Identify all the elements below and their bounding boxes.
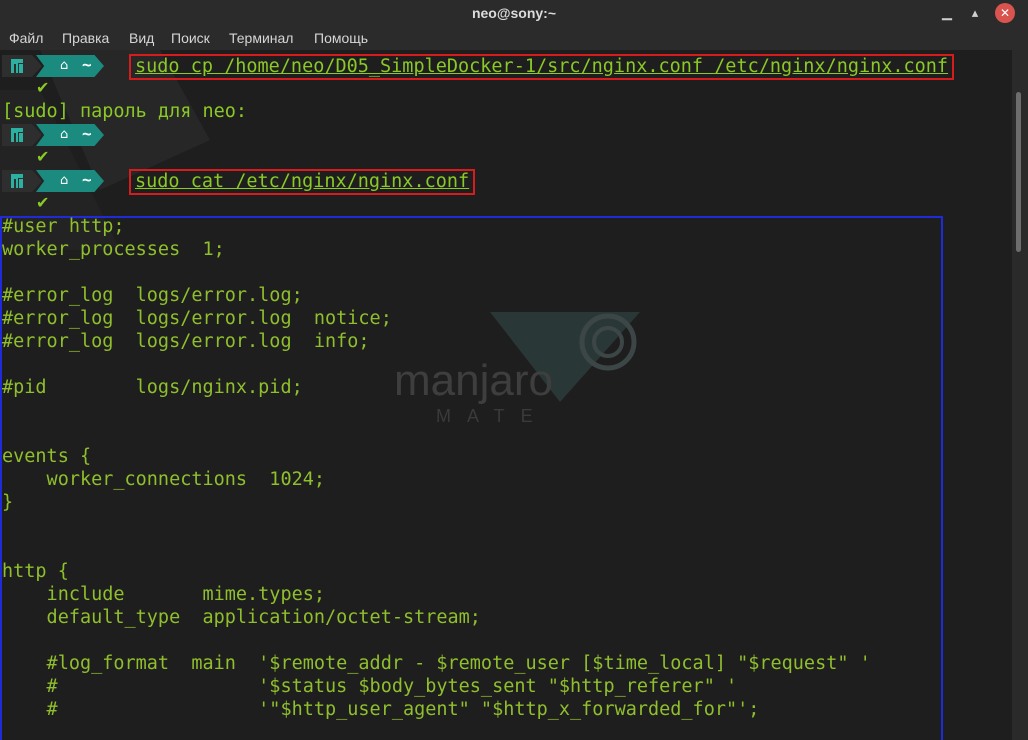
file-line: } [2, 492, 14, 513]
file-line: #log_format main '$remote_addr - $remote… [2, 653, 871, 674]
file-line: #user http; [2, 216, 125, 237]
file-line: #error_log logs/error.log; [2, 285, 303, 306]
prompt-os-segment [2, 124, 32, 146]
terminal-area[interactable]: manjaro MATE ⌂ ~ sudo cp /home/neo/D05_S… [0, 50, 1012, 740]
prompt-os-segment [2, 55, 32, 77]
command-cp: sudo cp /home/neo/D05_SimpleDocker-1/src… [129, 54, 955, 80]
prompt-dir: ~ [82, 170, 92, 189]
menu-bar: Файл Правка Вид Поиск Терминал Помощь [0, 27, 1028, 50]
prompt-dir-segment: ⌂ ~ [36, 124, 104, 146]
home-icon: ⌂ [60, 173, 69, 188]
manjaro-logo-icon [11, 128, 23, 142]
manjaro-logo-icon [11, 174, 23, 188]
file-line: default_type application/octet-stream; [2, 607, 481, 628]
minimize-icon: ▁ [942, 5, 952, 20]
maximize-button[interactable]: ▴ [964, 3, 986, 23]
menu-item-terminal[interactable]: Терминал [229, 30, 293, 46]
window-title: neo@sony:~ [471, 5, 557, 21]
prompt-dir-segment: ⌂ ~ [36, 55, 104, 77]
menu-item-edit[interactable]: Правка [62, 30, 109, 46]
window-titlebar: neo@sony:~ ▁ ▴ ✕ [0, 0, 1028, 27]
close-button[interactable]: ✕ [995, 3, 1015, 23]
prompt-dir: ~ [82, 124, 92, 143]
home-icon: ⌂ [60, 127, 69, 142]
menu-item-file[interactable]: Файл [9, 30, 43, 46]
file-line: # '"$http_user_agent" "$http_x_forwarded… [2, 699, 760, 720]
file-line: #error_log logs/error.log info; [2, 331, 370, 352]
prompt-os-segment [2, 170, 32, 192]
file-line: http { [2, 561, 69, 582]
success-check-icon: ✔ [36, 147, 50, 166]
file-line: worker_processes 1; [2, 239, 225, 260]
file-line: include mime.types; [2, 584, 326, 605]
menu-item-view[interactable]: Вид [129, 30, 154, 46]
file-line: #pid logs/nginx.pid; [2, 377, 303, 398]
maximize-icon: ▴ [971, 5, 979, 20]
command-cat: sudo cat /etc/nginx/nginx.conf [129, 169, 476, 195]
scrollbar-thumb[interactable] [1016, 92, 1021, 252]
sudo-password-prompt: [sudo] пароль для neo: [2, 101, 248, 122]
file-line: events { [2, 446, 92, 467]
minimize-button[interactable]: ▁ [936, 3, 958, 23]
success-check-icon: ✔ [36, 193, 50, 212]
menu-item-help[interactable]: Помощь [314, 30, 368, 46]
file-line: # '$status $body_bytes_sent "$http_refer… [2, 676, 738, 697]
prompt-dir-segment: ⌂ ~ [36, 170, 104, 192]
prompt-dir: ~ [82, 55, 92, 74]
home-icon: ⌂ [60, 58, 69, 73]
file-line: #error_log logs/error.log notice; [2, 308, 392, 329]
file-line: worker_connections 1024; [2, 469, 326, 490]
manjaro-logo-icon [11, 59, 23, 73]
close-icon: ✕ [999, 6, 1011, 20]
success-check-icon: ✔ [36, 78, 50, 97]
menu-item-search[interactable]: Поиск [171, 30, 210, 46]
